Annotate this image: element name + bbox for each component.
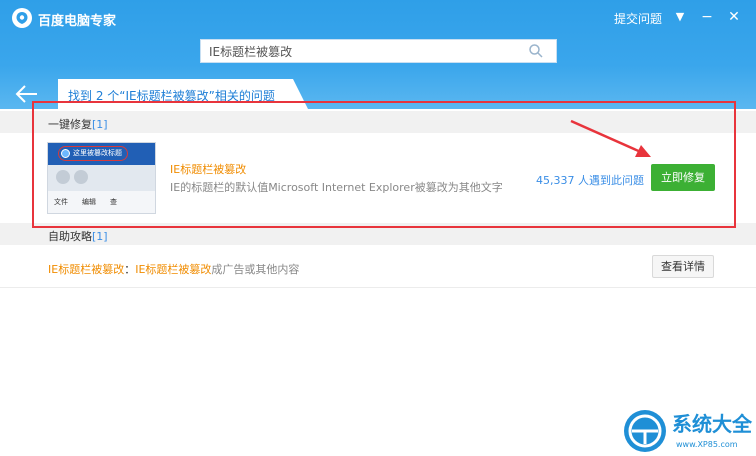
one-click-fix-header: 一键修复[1]	[0, 111, 756, 133]
issue-count: 45,337 人遇到此问题	[536, 174, 644, 187]
section-heading: 一键修复	[48, 118, 92, 131]
result-tab-label: 找到 2 个“IE标题栏被篡改”相关的问题	[68, 89, 275, 103]
back-button-icon	[56, 170, 70, 184]
fix-now-button[interactable]: 立即修复	[651, 164, 715, 191]
app-header: 百度电脑专家 提交问题 ▼ − ✕ 找到 2 个“IE标题栏被篡改”相关的问题	[0, 0, 756, 109]
issue-title[interactable]: IE标题栏被篡改	[170, 161, 246, 177]
guide-key: IE标题栏被篡改	[48, 263, 125, 276]
guide-item-row: IE标题栏被篡改：IE标题栏被篡改成广告或其他内容 查看详情	[0, 249, 756, 288]
thumbnail-menu-item: 文件	[54, 198, 68, 206]
thumbnail-menu-item: 查	[110, 198, 117, 206]
guide-title: 自助攻略[1]	[48, 228, 108, 244]
submit-problem-link[interactable]: 提交问题	[614, 10, 662, 27]
thumbnail-menu-item: 编辑	[82, 198, 96, 206]
back-arrow-icon[interactable]	[14, 83, 40, 105]
ie-logo-icon	[61, 149, 70, 158]
guide-header: 自助攻略[1]	[0, 223, 756, 245]
close-icon[interactable]: ✕	[724, 7, 744, 27]
view-details-button[interactable]: 查看详情	[652, 255, 714, 278]
watermark-url: www.XP85.com	[676, 440, 738, 449]
section-count: [1]	[92, 118, 108, 131]
search-input[interactable]	[201, 40, 529, 62]
section-count: [1]	[92, 230, 108, 243]
baidu-logo-icon	[12, 8, 32, 28]
menu-dropdown-icon[interactable]: ▼	[670, 7, 690, 27]
minimize-icon[interactable]: −	[697, 7, 717, 27]
one-click-fix-title: 一键修复[1]	[48, 116, 108, 132]
watermark-text: 系统大全	[672, 412, 752, 436]
xp85-watermark: 系统大全 www.XP85.com	[616, 406, 756, 455]
guide-link[interactable]: IE标题栏被篡改	[135, 263, 211, 276]
result-tab[interactable]: 找到 2 个“IE标题栏被篡改”相关的问题	[58, 79, 308, 109]
guide-text: IE标题栏被篡改：IE标题栏被篡改成广告或其他内容	[48, 261, 299, 277]
guide-separator: ：	[124, 263, 136, 276]
forward-button-icon	[74, 170, 88, 184]
app-title: 百度电脑专家	[38, 14, 117, 29]
search-box	[200, 39, 557, 63]
guide-rest: 成广告或其他内容	[211, 263, 300, 276]
problem-thumbnail: 这里被篡改标题 文件 编辑 查	[47, 142, 156, 214]
section-heading: 自助攻略	[48, 230, 92, 243]
fix-item-row: 这里被篡改标题 文件 编辑 查 IE标题栏被篡改 IE的标题栏的默认值Micro…	[0, 133, 756, 221]
search-icon[interactable]	[528, 43, 544, 59]
xp85-logo-icon	[624, 410, 666, 452]
issue-description: IE的标题栏的默认值Microsoft Internet Explorer被篡改…	[170, 181, 503, 194]
